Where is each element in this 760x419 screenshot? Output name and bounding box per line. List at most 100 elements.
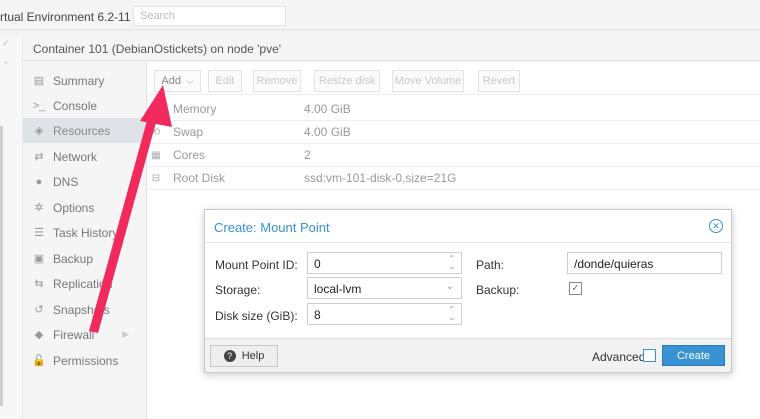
- path-label: Path:: [476, 258, 505, 272]
- backup-icon: ▣: [33, 253, 45, 265]
- permissions-icon: 🔓: [32, 355, 46, 367]
- disk-size-value: 8: [314, 308, 321, 322]
- storage-value: local-lvm: [314, 282, 362, 296]
- dialog-footer: ? Help Advanced Create: [205, 338, 731, 372]
- create-mount-point-dialog: Create: Mount Point ✕ Mount Point ID: 0 …: [204, 209, 732, 373]
- resource-key: Cores: [173, 148, 206, 162]
- revert-button[interactable]: Revert: [478, 70, 520, 92]
- options-icon: ✲: [34, 202, 44, 214]
- table-row[interactable]: ▦ Cores 2: [147, 144, 760, 167]
- toolbar: Add ⌵ Edit Remove Resize disk Move Volum…: [147, 62, 760, 95]
- path-field[interactable]: /donde/quieras: [567, 252, 722, 274]
- move-volume-button[interactable]: Move Volume: [392, 70, 464, 92]
- add-button[interactable]: Add ⌵: [154, 70, 201, 92]
- edit-button[interactable]: Edit: [208, 70, 242, 92]
- help-icon: ?: [223, 350, 236, 362]
- sidebar-item-label: DNS: [53, 174, 79, 189]
- dialog-title: Create: Mount Point: [214, 220, 330, 235]
- chevron-down-icon: ⌄: [445, 281, 454, 292]
- disk-icon: ⊟: [151, 172, 161, 184]
- sidebar-item-label: Backup: [53, 251, 94, 266]
- resource-value: 4.00 GiB: [304, 125, 351, 139]
- table-row[interactable]: ⊟ Root Disk ssd:vm-101-disk-0,size=21G: [147, 167, 760, 190]
- sidebar-item-label: Firewall: [53, 327, 95, 342]
- sidebar-item-resources[interactable]: ◈ Resources: [23, 118, 147, 143]
- backup-label: Backup:: [476, 283, 520, 297]
- resource-value: 4.00 GiB: [304, 102, 351, 116]
- top-bar: rtual Environment 6.2-11 Search: [0, 0, 760, 30]
- scroll-up-icon[interactable]: ⌃: [2, 60, 10, 71]
- panel-header: Container 101 (DebianOstickets) on node …: [23, 36, 760, 61]
- sidebar-item-label: Console: [53, 98, 98, 113]
- sidebar-item-summary[interactable]: ▤ Summary: [23, 68, 147, 93]
- dns-icon: ●: [35, 175, 43, 188]
- resource-key: Memory: [173, 102, 217, 116]
- firewall-icon: ◆: [34, 329, 44, 341]
- memory-icon: ▥: [151, 103, 161, 115]
- cpu-icon: ▦: [151, 149, 161, 161]
- sidebar-item-label: Options: [53, 200, 95, 215]
- spinner-icon[interactable]: ⌃ ⌄: [448, 306, 455, 322]
- summary-icon: ▤: [33, 75, 45, 87]
- mount-point-id-field[interactable]: 0 ⌃ ⌄: [307, 252, 462, 274]
- mount-point-id-value: 0: [314, 257, 321, 271]
- mount-point-id-label: Mount Point ID:: [215, 258, 298, 272]
- panel-title: Container 101 (DebianOstickets) on node …: [33, 42, 282, 56]
- sidebar-item-label: Snapshots: [53, 302, 110, 317]
- resource-key: Root Disk: [173, 171, 226, 185]
- collapse-icon[interactable]: ✓: [2, 38, 10, 49]
- expand-arrow-icon[interactable]: ▶: [122, 329, 129, 340]
- create-button[interactable]: Create: [662, 345, 725, 366]
- table-row[interactable]: ⟲ Swap 4.00 GiB: [147, 121, 760, 144]
- sidebar-item-task-history[interactable]: ☰ Task History: [23, 220, 147, 245]
- sidebar-item-label: Replication: [53, 276, 113, 291]
- storage-select[interactable]: local-lvm ⌄: [307, 277, 462, 299]
- dialog-header: Create: Mount Point ✕: [205, 210, 731, 243]
- resource-value: 2: [304, 148, 311, 162]
- sidebar-item-label: Summary: [53, 73, 105, 88]
- backup-checkbox[interactable]: ✓: [569, 282, 582, 295]
- app-title: rtual Environment 6.2-11: [0, 10, 131, 24]
- add-button-label: Add: [161, 75, 181, 87]
- resources-icon: ◈: [34, 125, 44, 137]
- help-button[interactable]: ? Help: [210, 345, 278, 367]
- scrollbar[interactable]: [0, 126, 3, 406]
- sidebar-item-network[interactable]: ⇄ Network: [23, 144, 147, 169]
- sidebar-item-permissions[interactable]: 🔓 Permissions: [23, 348, 147, 373]
- advanced-checkbox[interactable]: [643, 349, 656, 362]
- sidebar-item-backup[interactable]: ▣ Backup: [23, 246, 147, 271]
- task-history-icon: ☰: [34, 227, 44, 239]
- resource-value: ssd:vm-101-disk-0,size=21G: [304, 171, 457, 185]
- disk-size-field[interactable]: 8 ⌃ ⌄: [307, 303, 462, 325]
- swap-icon: ⟲: [151, 126, 161, 138]
- help-button-label: Help: [241, 350, 265, 362]
- sidebar-nav: ▤ Summary >_ Console ◈ Resources ⇄ Netwo…: [23, 62, 147, 419]
- path-value: /donde/quieras: [574, 257, 654, 271]
- chevron-down-icon: ⌵: [185, 75, 194, 87]
- resource-key: Swap: [173, 125, 204, 139]
- sidebar-item-console[interactable]: >_ Console: [23, 93, 147, 118]
- sidebar-item-label: Resources: [53, 123, 111, 138]
- spinner-icon[interactable]: ⌃ ⌄: [448, 255, 455, 271]
- replication-icon: ⇆: [34, 278, 44, 290]
- sidebar-item-label: Permissions: [53, 353, 119, 368]
- disk-size-label: Disk size (GiB):: [215, 309, 298, 323]
- remove-button[interactable]: Remove: [253, 70, 301, 92]
- sidebar-item-label: Task History: [53, 225, 119, 240]
- storage-label: Storage:: [215, 283, 261, 297]
- close-icon[interactable]: ✕: [709, 219, 723, 233]
- resize-disk-button[interactable]: Resize disk: [314, 70, 380, 92]
- sidebar-item-label: Network: [53, 149, 98, 164]
- advanced-label: Advanced: [592, 350, 646, 364]
- search-input[interactable]: Search: [133, 6, 286, 26]
- sidebar-item-firewall[interactable]: ◆ Firewall ▶: [23, 322, 147, 347]
- sidebar-item-options[interactable]: ✲ Options: [23, 195, 147, 220]
- sidebar-item-dns[interactable]: ● DNS: [23, 169, 147, 194]
- sidebar-item-replication[interactable]: ⇆ Replication: [23, 271, 147, 296]
- network-icon: ⇄: [34, 151, 44, 163]
- table-row[interactable]: ▥ Memory 4.00 GiB: [147, 98, 760, 121]
- snapshots-icon: ↺: [34, 304, 44, 316]
- sidebar-item-snapshots[interactable]: ↺ Snapshots: [23, 297, 147, 322]
- resource-tree-strip: ✓ ⌃: [0, 36, 23, 419]
- console-icon: >_: [32, 99, 46, 112]
